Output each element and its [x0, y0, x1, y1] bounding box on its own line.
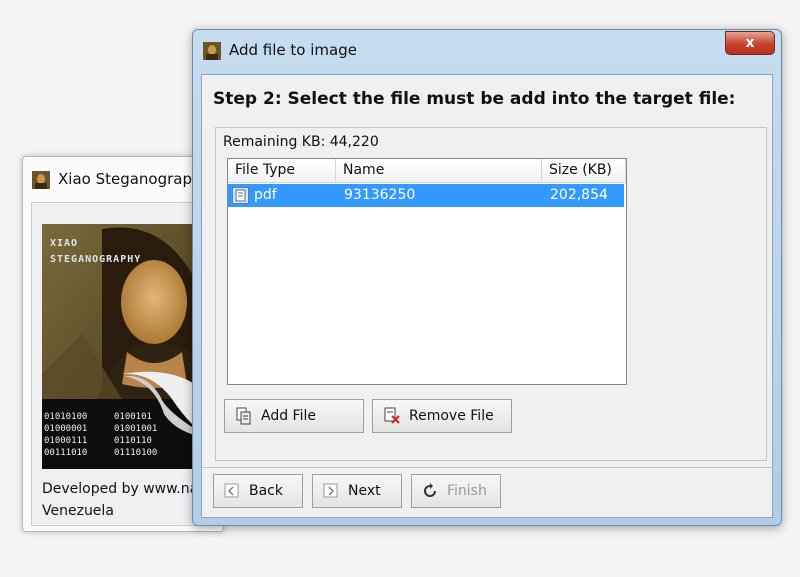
splash-image: XIAO STEGANOGRAPHY 01010100 01000001 010…	[42, 224, 212, 469]
next-button[interactable]: Next	[312, 474, 402, 508]
remove-file-button[interactable]: Remove File	[372, 399, 512, 433]
column-header-size[interactable]: Size (KB)	[542, 159, 626, 182]
cell-file-type: pdf	[254, 187, 277, 203]
close-icon: x	[745, 35, 755, 51]
table-row[interactable]: pdf 93136250 202,854	[228, 184, 624, 207]
binary-column-2: 0100101 01001001 0110110 01110100	[114, 412, 158, 458]
mona-lisa-app-icon	[203, 42, 221, 60]
back-button[interactable]: Back	[213, 474, 303, 508]
splash-logo-line1: XIAO	[50, 238, 79, 249]
finish-label: Finish	[447, 483, 487, 499]
refresh-finish-icon	[421, 482, 439, 500]
close-button[interactable]: x	[725, 31, 775, 55]
add-file-dialog: Add file to image x Step 2: Select the f…	[192, 29, 782, 526]
mona-lisa-app-icon	[32, 171, 50, 189]
splash-logo-line2: STEGANOGRAPHY	[50, 254, 142, 265]
column-header-name[interactable]: Name	[336, 159, 542, 182]
next-arrow-icon	[322, 482, 340, 500]
dialog-client-area: Step 2: Select the file must be add into…	[201, 74, 773, 518]
back-arrow-icon	[223, 482, 241, 500]
table-header: File Type Name Size (KB)	[228, 159, 626, 183]
add-file-button[interactable]: Add File	[224, 399, 364, 433]
next-label: Next	[348, 483, 381, 499]
file-group-box: Remaining KB: 44,220 File Type Name Size…	[215, 127, 767, 461]
cell-size: 202,854	[550, 187, 608, 203]
main-window-title: Xiao Steganography	[58, 170, 211, 188]
add-file-icon	[235, 407, 253, 425]
dialog-title: Add file to image	[229, 41, 357, 59]
pdf-file-icon	[232, 187, 249, 204]
binary-column-1: 01010100 01000001 01000111 00111010	[44, 412, 88, 458]
column-header-file-type[interactable]: File Type	[228, 159, 336, 182]
remaining-kb-label: Remaining KB: 44,220	[223, 134, 379, 150]
back-label: Back	[249, 483, 283, 499]
file-list-table[interactable]: File Type Name Size (KB) pdf 93136250 20…	[227, 158, 627, 385]
remove-file-icon	[383, 407, 401, 425]
step-heading: Step 2: Select the file must be add into…	[213, 89, 736, 109]
cell-name: 93136250	[344, 187, 416, 203]
finish-button[interactable]: Finish	[411, 474, 501, 508]
separator-line	[202, 467, 772, 468]
remove-file-label: Remove File	[409, 408, 494, 424]
add-file-label: Add File	[261, 408, 316, 424]
